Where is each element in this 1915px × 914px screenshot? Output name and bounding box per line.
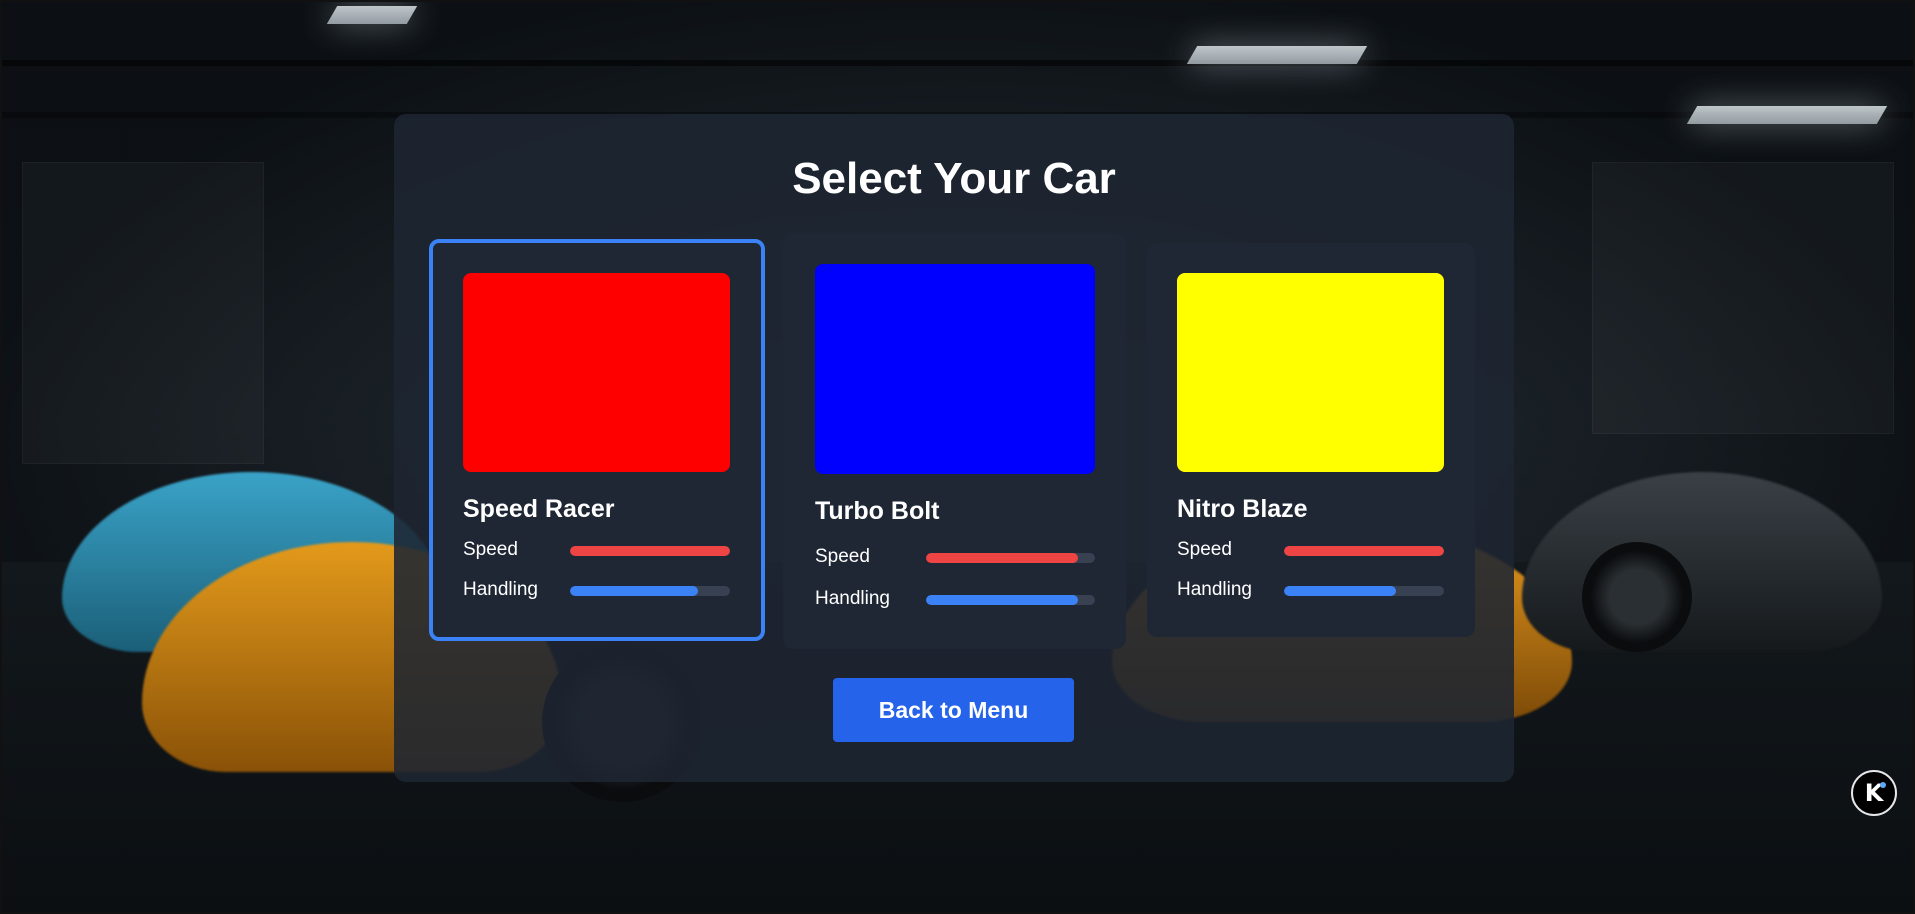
car-preview-red [463, 273, 730, 472]
logo-dot [1880, 782, 1886, 788]
speed-bar [926, 553, 1095, 563]
speed-bar-fill [926, 553, 1079, 563]
car-preview-yellow [1177, 273, 1444, 472]
car-card-speed-racer[interactable]: Speed Racer Speed Handling [429, 239, 765, 641]
speed-label: Speed [815, 546, 870, 567]
handling-bar-fill [1284, 586, 1396, 596]
ceiling-light-icon [1686, 106, 1888, 124]
speed-bar-fill [570, 546, 730, 556]
handling-label: Handling [1177, 579, 1252, 600]
car-name: Nitro Blaze [1177, 495, 1308, 523]
ceiling-beam [2, 60, 1913, 66]
car-card-turbo-bolt[interactable]: Turbo Bolt Speed Handling [783, 233, 1126, 649]
handling-bar-fill [926, 595, 1079, 605]
handling-bar [1284, 586, 1444, 596]
back-to-menu-button[interactable]: Back to Menu [833, 678, 1074, 742]
black-car-icon [1522, 472, 1882, 652]
car-card-nitro-blaze[interactable]: Nitro Blaze Speed Handling [1147, 243, 1475, 637]
wheel-icon [1582, 542, 1692, 652]
page-title: Select Your Car [792, 154, 1116, 203]
handling-label: Handling [463, 579, 538, 600]
ceiling-light-icon [326, 6, 418, 24]
ceiling-light-icon [1186, 46, 1368, 64]
k-logo-icon[interactable]: K [1851, 770, 1897, 816]
speed-label: Speed [1177, 539, 1232, 560]
car-name: Turbo Bolt [815, 497, 940, 525]
handling-bar [926, 595, 1095, 605]
handling-bar [570, 586, 730, 596]
speed-bar [570, 546, 730, 556]
wall-panel [1592, 162, 1894, 434]
speed-bar-fill [1284, 546, 1444, 556]
car-name: Speed Racer [463, 495, 615, 523]
wall-panel [22, 162, 264, 464]
car-preview-blue [815, 264, 1095, 474]
handling-bar-fill [570, 586, 698, 596]
car-select-panel: Select Your Car Speed Racer Speed Handli… [394, 114, 1514, 782]
speed-label: Speed [463, 539, 518, 560]
speed-bar [1284, 546, 1444, 556]
handling-label: Handling [815, 588, 890, 609]
